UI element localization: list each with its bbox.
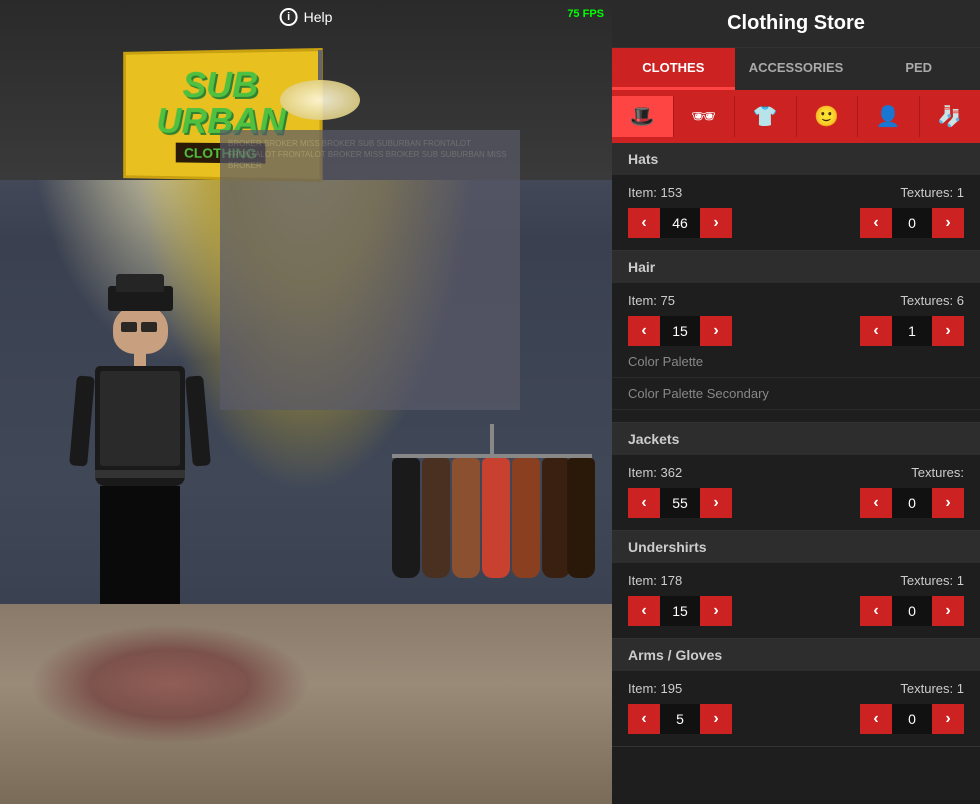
hair-texture-stepper: ‹ 1 › [860, 316, 964, 346]
hair-item-stepper: ‹ 15 › [628, 316, 732, 346]
section-arms-header: Arms / Gloves [612, 639, 980, 671]
clothing-panel: Clothing Store CLOTHES ACCESSORIES PED 🎩… [612, 0, 980, 804]
hats-texture-stepper: ‹ 0 › [860, 208, 964, 238]
tab-clothes[interactable]: CLOTHES [612, 48, 735, 90]
hats-texture-next[interactable]: › [932, 208, 964, 238]
tab-ped[interactable]: PED [857, 48, 980, 90]
arms-item-stepper: ‹ 5 › [628, 704, 732, 734]
jackets-texture-value: 0 [892, 488, 932, 518]
arms-texture-prev[interactable]: ‹ [860, 704, 892, 734]
info-icon: i [280, 8, 298, 26]
undershirts-item-value: 15 [660, 596, 700, 626]
hair-texture-value: 1 [892, 316, 932, 346]
undershirts-item-prev[interactable]: ‹ [628, 596, 660, 626]
person-icon: 👤 [876, 104, 901, 129]
hat-icon: 🎩 [630, 104, 655, 129]
tab-bar: CLOTHES ACCESSORIES PED [612, 48, 980, 90]
jackets-texture-next[interactable]: › [932, 488, 964, 518]
arms-texture-stepper: ‹ 0 › [860, 704, 964, 734]
section-undershirts: Undershirts Item: 178 Textures: 1 ‹ 15 ›… [612, 531, 980, 639]
fps-counter: 75 FPS [567, 8, 604, 20]
shirt-icon-btn[interactable]: 👕 [735, 96, 797, 137]
arms-item-next[interactable]: › [700, 704, 732, 734]
hats-item-next[interactable]: › [700, 208, 732, 238]
jackets-item-next[interactable]: › [700, 488, 732, 518]
jackets-item-stepper: ‹ 55 › [628, 488, 732, 518]
color-palette-secondary-btn[interactable]: Color Palette Secondary [612, 378, 980, 410]
section-arms-gloves: Arms / Gloves Item: 195 Textures: 1 ‹ 5 … [612, 639, 980, 747]
help-button[interactable]: i Help [280, 8, 333, 26]
hair-item-prev[interactable]: ‹ [628, 316, 660, 346]
undershirts-texture-stepper: ‹ 0 › [860, 596, 964, 626]
hair-textures-label: Textures: 6 [900, 293, 964, 308]
hat-icon-btn[interactable]: 🎩 [612, 96, 674, 137]
section-hair-header: Hair [612, 251, 980, 283]
section-hats: Hats Item: 153 Textures: 1 ‹ 46 › ‹ 0 › [612, 143, 980, 251]
undershirts-item-label: Item: 178 [628, 573, 682, 588]
undershirts-item-stepper: ‹ 15 › [628, 596, 732, 626]
hair-item-next[interactable]: › [700, 316, 732, 346]
hats-item-stepper: ‹ 46 › [628, 208, 732, 238]
face-icon: 🙂 [814, 104, 839, 129]
hats-texture-value: 0 [892, 208, 932, 238]
glasses-icon-btn[interactable]: 🕶 [674, 96, 736, 137]
jackets-item-label: Item: 362 [628, 465, 682, 480]
undershirts-textures-label: Textures: 1 [900, 573, 964, 588]
undershirts-texture-value: 0 [892, 596, 932, 626]
arms-textures-label: Textures: 1 [900, 681, 964, 696]
tab-accessories[interactable]: ACCESSORIES [735, 48, 858, 90]
hats-textures-label: Textures: 1 [900, 185, 964, 200]
section-undershirts-header: Undershirts [612, 531, 980, 563]
section-hair: Hair Item: 75 Textures: 6 ‹ 15 › ‹ 1 › C… [612, 251, 980, 423]
hats-item-value: 46 [660, 208, 700, 238]
section-hats-header: Hats [612, 143, 980, 175]
arms-texture-next[interactable]: › [932, 704, 964, 734]
hats-texture-prev[interactable]: ‹ [860, 208, 892, 238]
section-jackets-header: Jackets [612, 423, 980, 455]
hair-item-label: Item: 75 [628, 293, 675, 308]
face-icon-btn[interactable]: 🙂 [797, 96, 859, 137]
arms-texture-value: 0 [892, 704, 932, 734]
hair-texture-prev[interactable]: ‹ [860, 316, 892, 346]
undershirts-texture-prev[interactable]: ‹ [860, 596, 892, 626]
section-jackets: Jackets Item: 362 Textures: ‹ 55 › ‹ 0 › [612, 423, 980, 531]
arms-item-label: Item: 195 [628, 681, 682, 696]
arms-item-prev[interactable]: ‹ [628, 704, 660, 734]
socks-icon: 🧦 [937, 104, 962, 129]
jackets-textures-label: Textures: [911, 465, 964, 480]
arms-item-value: 5 [660, 704, 700, 734]
undershirts-item-next[interactable]: › [700, 596, 732, 626]
hair-texture-next[interactable]: › [932, 316, 964, 346]
jackets-texture-prev[interactable]: ‹ [860, 488, 892, 518]
glasses-icon: 🕶 [691, 104, 716, 129]
game-viewport: SUB URBAN CLOTHING BROKER BROKER MISS BR… [0, 0, 612, 804]
hats-item-label: Item: 153 [628, 185, 682, 200]
socks-icon-btn[interactable]: 🧦 [920, 96, 980, 137]
jackets-item-value: 55 [660, 488, 700, 518]
shirt-icon: 👕 [753, 104, 778, 129]
hair-item-value: 15 [660, 316, 700, 346]
panel-title: Clothing Store [628, 12, 964, 35]
panel-header: Clothing Store [612, 0, 980, 48]
hats-item-prev[interactable]: ‹ [628, 208, 660, 238]
undershirts-texture-next[interactable]: › [932, 596, 964, 626]
category-icon-row: 🎩 🕶 👕 🙂 👤 🧦 [612, 90, 980, 143]
jackets-texture-stepper: ‹ 0 › [860, 488, 964, 518]
help-label: Help [304, 9, 333, 25]
jackets-item-prev[interactable]: ‹ [628, 488, 660, 518]
color-palette-btn[interactable]: Color Palette [612, 346, 980, 378]
person-icon-btn[interactable]: 👤 [858, 96, 920, 137]
